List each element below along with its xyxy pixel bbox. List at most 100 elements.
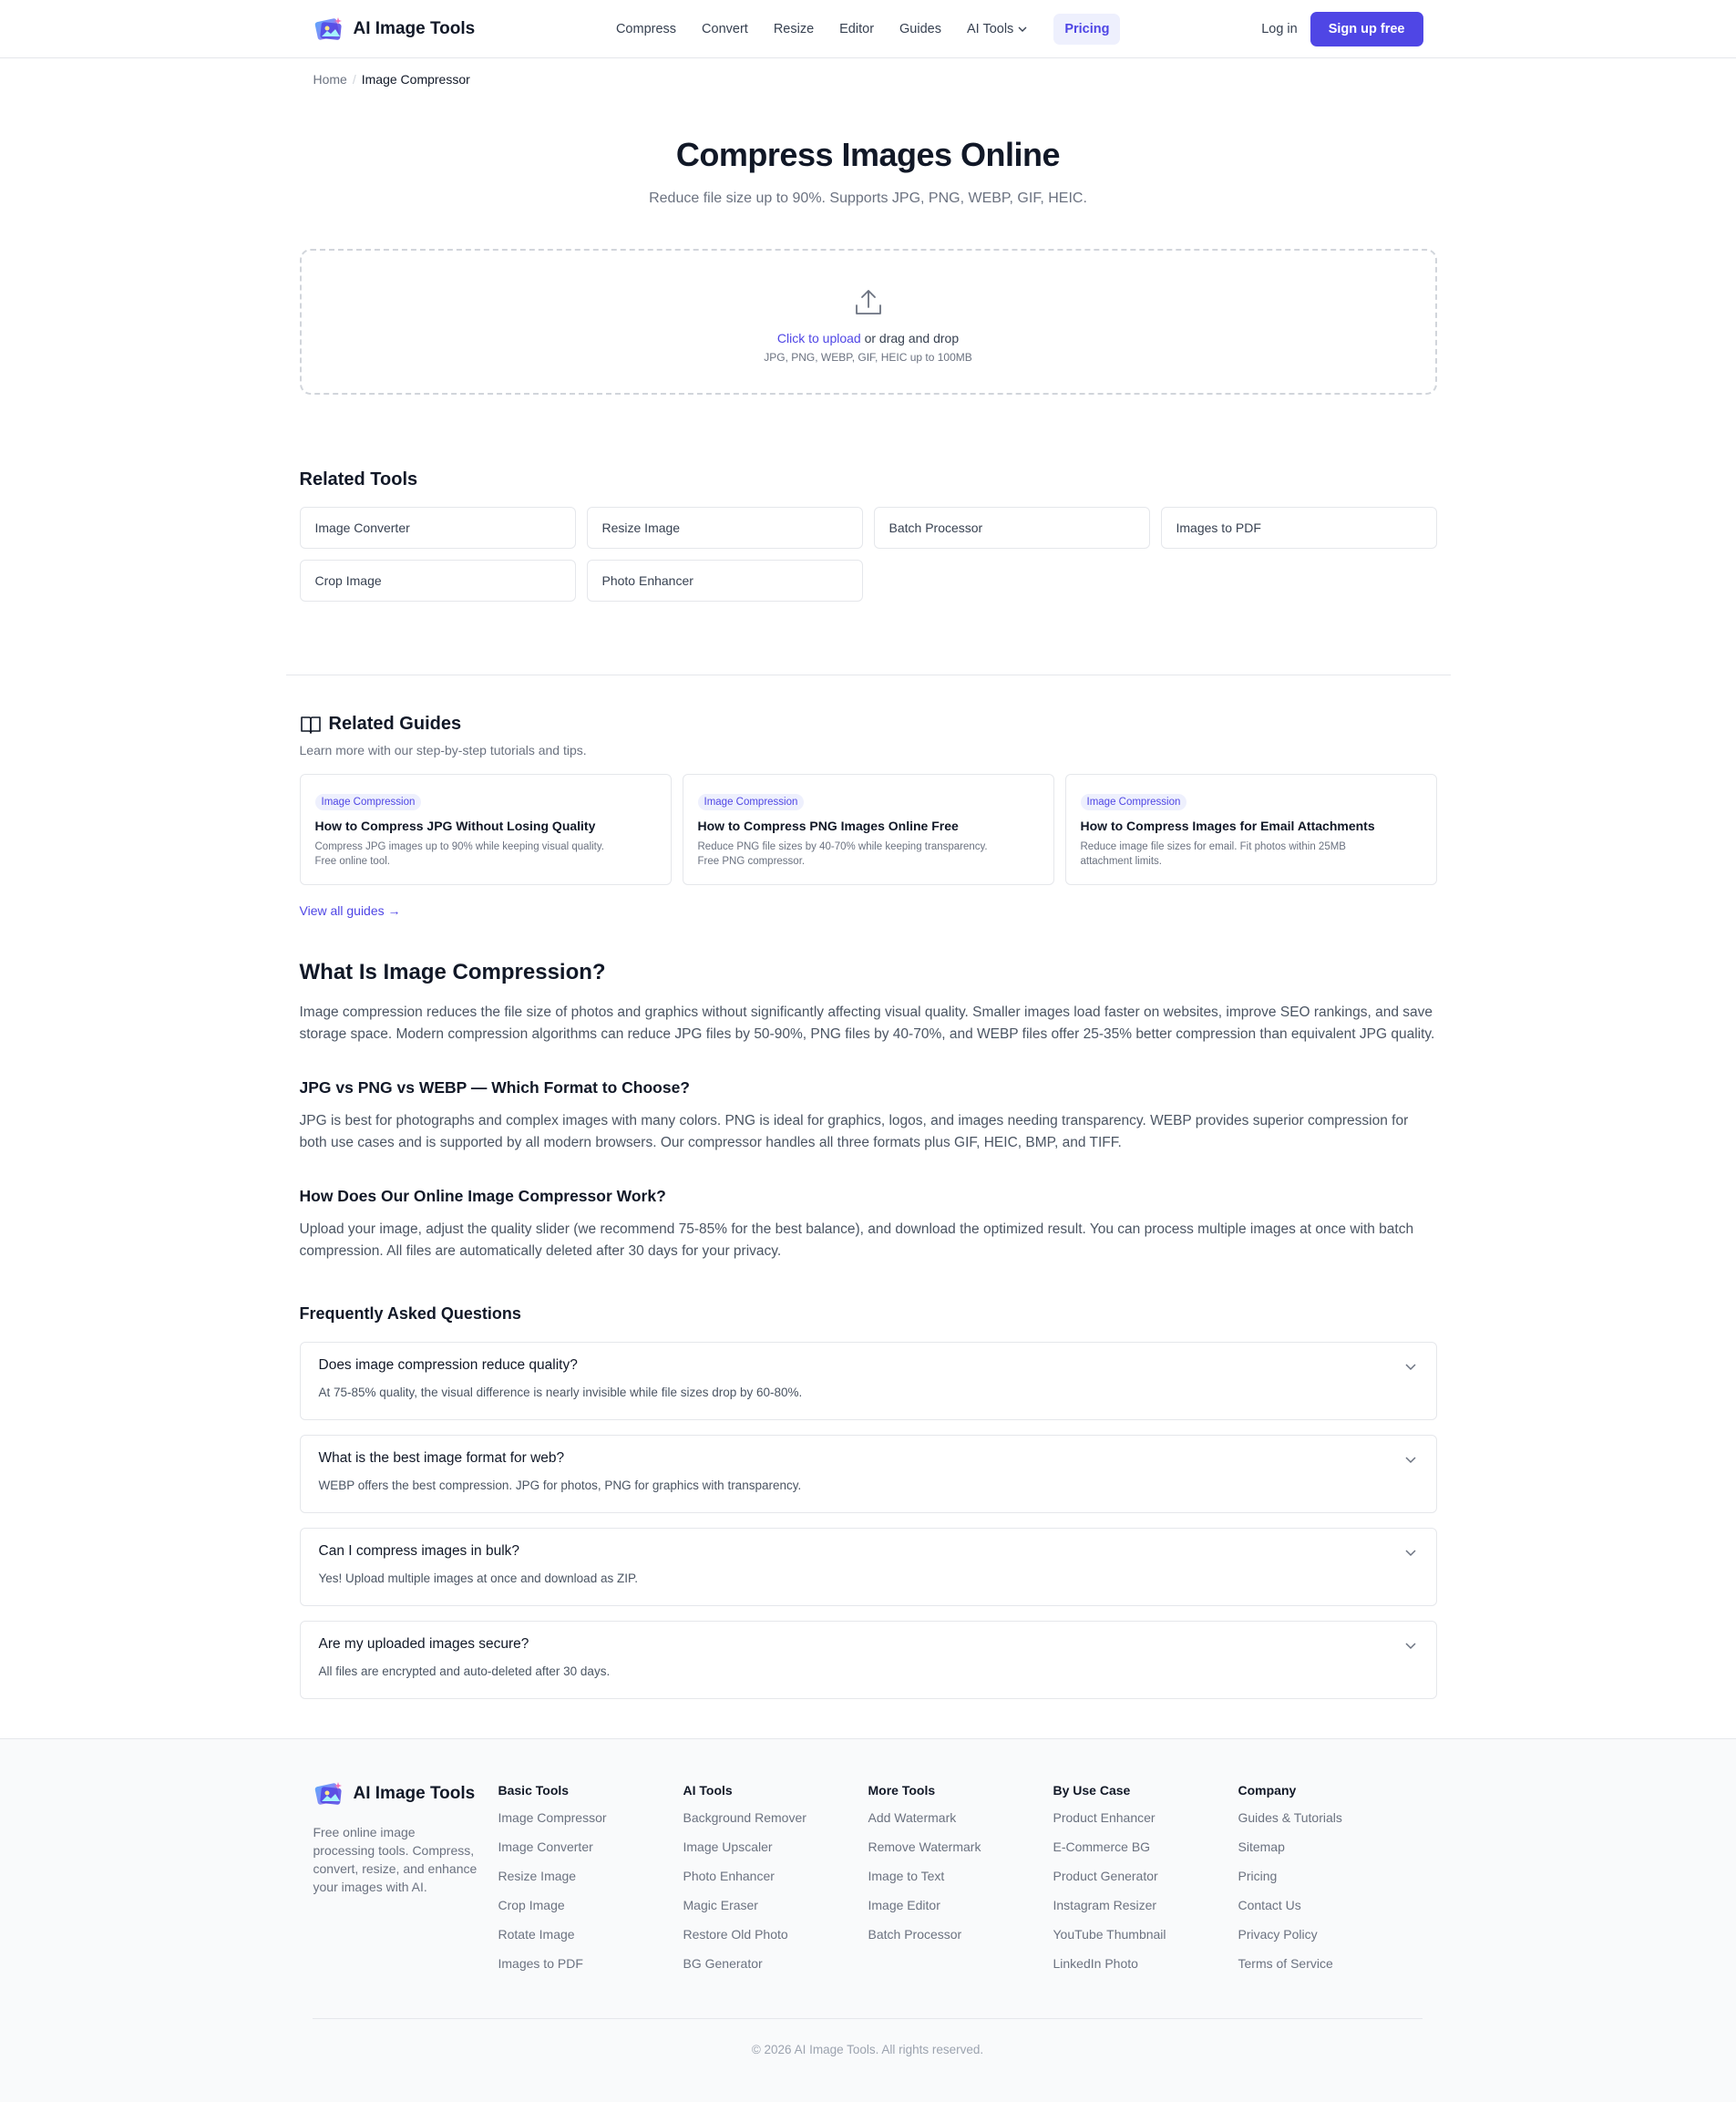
related-tools-grid: Image Converter Resize Image Batch Proce…: [299, 507, 1437, 602]
tool-card-crop-image[interactable]: Crop Image: [299, 560, 576, 602]
upload-hint: JPG, PNG, WEBP, GIF, HEIC up to 100MB: [764, 351, 972, 364]
faq-section: Frequently Asked Questions Does image co…: [299, 1304, 1437, 1699]
footer-link[interactable]: Background Remover: [683, 1810, 868, 1839]
faq-item[interactable]: Are my uploaded images secure? All files…: [299, 1621, 1437, 1699]
main-nav: Compress Convert Resize Editor Guides AI…: [616, 14, 1121, 45]
login-link[interactable]: Log in: [1261, 22, 1298, 36]
footer-link[interactable]: BG Generator: [683, 1956, 868, 1985]
guide-description-line: Free PNG compressor.: [697, 856, 806, 867]
footer-link[interactable]: Sitemap: [1238, 1839, 1423, 1869]
faq-title: Frequently Asked Questions: [299, 1304, 521, 1323]
footer-link[interactable]: Image Editor: [868, 1898, 1053, 1927]
footer-link[interactable]: E-Commerce BG: [1053, 1839, 1238, 1869]
nav-convert[interactable]: Convert: [702, 22, 748, 36]
footer-column-basic-tools: Basic Tools Image Compressor Image Conve…: [498, 1783, 683, 1985]
guide-description: Compress JPG images up to 90% while keep…: [315, 840, 656, 869]
footer-link[interactable]: Image Converter: [498, 1839, 683, 1869]
footer-link[interactable]: Terms of Service: [1238, 1956, 1423, 1985]
guide-card[interactable]: Image Compression How to Compress JPG Wi…: [299, 774, 672, 885]
footer-link[interactable]: Contact Us: [1238, 1898, 1423, 1927]
faq-question: What is the best image format for web?: [318, 1450, 565, 1466]
chevron-down-icon: [1404, 1457, 1416, 1464]
nav-compress[interactable]: Compress: [616, 22, 676, 36]
footer-description: Free online image processing tools. Comp…: [313, 1825, 478, 1894]
tool-card-batch-processor[interactable]: Batch Processor: [873, 507, 1150, 549]
guide-description-line: Reduce image file sizes for email. Fit p…: [1080, 841, 1346, 852]
footer-copyright: © 2026 AI Image Tools. All rights reserv…: [313, 2018, 1423, 2056]
guide-description: Reduce PNG file sizes by 40-70% while ke…: [698, 840, 1039, 869]
nav-pricing[interactable]: Pricing: [1053, 14, 1121, 45]
click-to-upload-link[interactable]: Click to upload: [777, 331, 861, 345]
footer-link[interactable]: Remove Watermark: [868, 1839, 1053, 1869]
footer-link[interactable]: Product Generator: [1053, 1869, 1238, 1898]
article-paragraph: Image compression reduces the file size …: [299, 1005, 1435, 1042]
footer-brand-link[interactable]: AI Image Tools: [313, 1779, 498, 1808]
footer-link[interactable]: Guides & Tutorials: [1238, 1810, 1423, 1839]
chevron-down-icon: [1404, 1643, 1416, 1650]
guide-title: How to Compress JPG Without Losing Quali…: [314, 819, 596, 833]
footer-link[interactable]: Add Watermark: [868, 1810, 1053, 1839]
article-heading: What Is Image Compression?: [299, 960, 606, 984]
nav-resize[interactable]: Resize: [774, 22, 814, 36]
guide-tag: Image Compression: [697, 794, 805, 810]
related-guides-subtitle: Learn more with our step-by-step tutoria…: [299, 743, 587, 757]
nav-ai-tools-dropdown[interactable]: AI Tools: [967, 22, 1028, 36]
footer-link[interactable]: Crop Image: [498, 1898, 683, 1927]
footer-link[interactable]: Image Upscaler: [683, 1839, 868, 1869]
article-paragraph: JPG is best for photographs and complex …: [299, 1113, 1409, 1150]
faq-answer: At 75-85% quality, the visual difference…: [318, 1386, 803, 1399]
footer-link[interactable]: Images to PDF: [498, 1956, 683, 1985]
footer-link[interactable]: Rotate Image: [498, 1927, 683, 1956]
nav-guides[interactable]: Guides: [899, 22, 941, 36]
view-all-guides-link[interactable]: View all guides →: [300, 903, 401, 918]
guide-tag: Image Compression: [314, 794, 422, 810]
page-subtitle: Reduce file size up to 90%. Supports JPG…: [649, 191, 1087, 206]
footer-link[interactable]: Restore Old Photo: [683, 1927, 868, 1956]
faq-item[interactable]: Does image compression reduce quality? A…: [299, 1342, 1437, 1420]
related-guides-section: Related Guides Learn more with our step-…: [299, 714, 1437, 920]
nav-editor[interactable]: Editor: [839, 22, 874, 36]
footer-link[interactable]: Product Enhancer: [1053, 1810, 1238, 1839]
breadcrumb-current: Image Compressor: [361, 72, 470, 87]
page: AI Image Tools Compress Convert Resize E…: [0, 0, 1736, 2102]
faq-item[interactable]: Can I compress images in bulk? Yes! Uplo…: [299, 1528, 1437, 1606]
footer-column-ai-tools: AI Tools Background Remover Image Upscal…: [683, 1783, 868, 1985]
footer-link[interactable]: Privacy Policy: [1238, 1927, 1423, 1956]
book-icon: [300, 716, 321, 734]
footer-link[interactable]: Pricing: [1238, 1869, 1423, 1898]
guide-description: Reduce image file sizes for email. Fit p…: [1081, 840, 1422, 869]
footer-link[interactable]: Instagram Resizer: [1053, 1898, 1238, 1927]
footer-column-by-use-case: By Use Case Product Enhancer E-Commerce …: [1053, 1783, 1238, 1985]
footer-link[interactable]: LinkedIn Photo: [1053, 1956, 1238, 1985]
footer-link[interactable]: YouTube Thumbnail: [1053, 1927, 1238, 1956]
brand-link[interactable]: AI Image Tools: [313, 15, 475, 44]
footer-link[interactable]: Batch Processor: [868, 1927, 1053, 1956]
related-tools-section: Related Tools Image Converter Resize Ima…: [299, 469, 1437, 602]
tool-card-image-converter[interactable]: Image Converter: [299, 507, 576, 549]
tool-card-images-to-pdf[interactable]: Images to PDF: [1160, 507, 1437, 549]
footer-link[interactable]: Magic Eraser: [683, 1898, 868, 1927]
tool-card-photo-enhancer[interactable]: Photo Enhancer: [586, 560, 863, 602]
article-section: What Is Image Compression? Image compres…: [300, 960, 1437, 1262]
footer-column-more-tools: More Tools Add Watermark Remove Watermar…: [868, 1783, 1053, 1985]
article-subheading: How Does Our Online Image Compressor Wor…: [299, 1187, 666, 1205]
tool-card-resize-image[interactable]: Resize Image: [586, 507, 863, 549]
faq-item[interactable]: What is the best image format for web? W…: [299, 1435, 1437, 1513]
faq-question: Are my uploaded images secure?: [318, 1636, 529, 1652]
footer-link[interactable]: Image to Text: [868, 1869, 1053, 1898]
footer-column-title: By Use Case: [1053, 1783, 1131, 1798]
upload-dropzone[interactable]: Click to upload or drag and drop JPG, PN…: [299, 249, 1437, 395]
faq-question: Does image compression reduce quality?: [318, 1357, 578, 1373]
breadcrumb-home[interactable]: Home: [313, 72, 347, 87]
footer-link[interactable]: Image Compressor: [498, 1810, 683, 1839]
guide-grid: Image Compression How to Compress JPG Wi…: [299, 774, 1437, 885]
signup-button[interactable]: Sign up free: [1310, 12, 1423, 46]
guide-card[interactable]: Image Compression How to Compress Images…: [1064, 774, 1437, 885]
guide-card[interactable]: Image Compression How to Compress PNG Im…: [682, 774, 1054, 885]
chevron-down-icon: [1018, 26, 1027, 32]
footer-link[interactable]: Resize Image: [498, 1869, 683, 1898]
guide-description-line: Compress JPG images up to 90% while keep…: [314, 841, 604, 852]
footer-link[interactable]: Photo Enhancer: [683, 1869, 868, 1898]
faq-answer: Yes! Upload multiple images at once and …: [318, 1571, 638, 1585]
upload-icon: [855, 290, 881, 314]
